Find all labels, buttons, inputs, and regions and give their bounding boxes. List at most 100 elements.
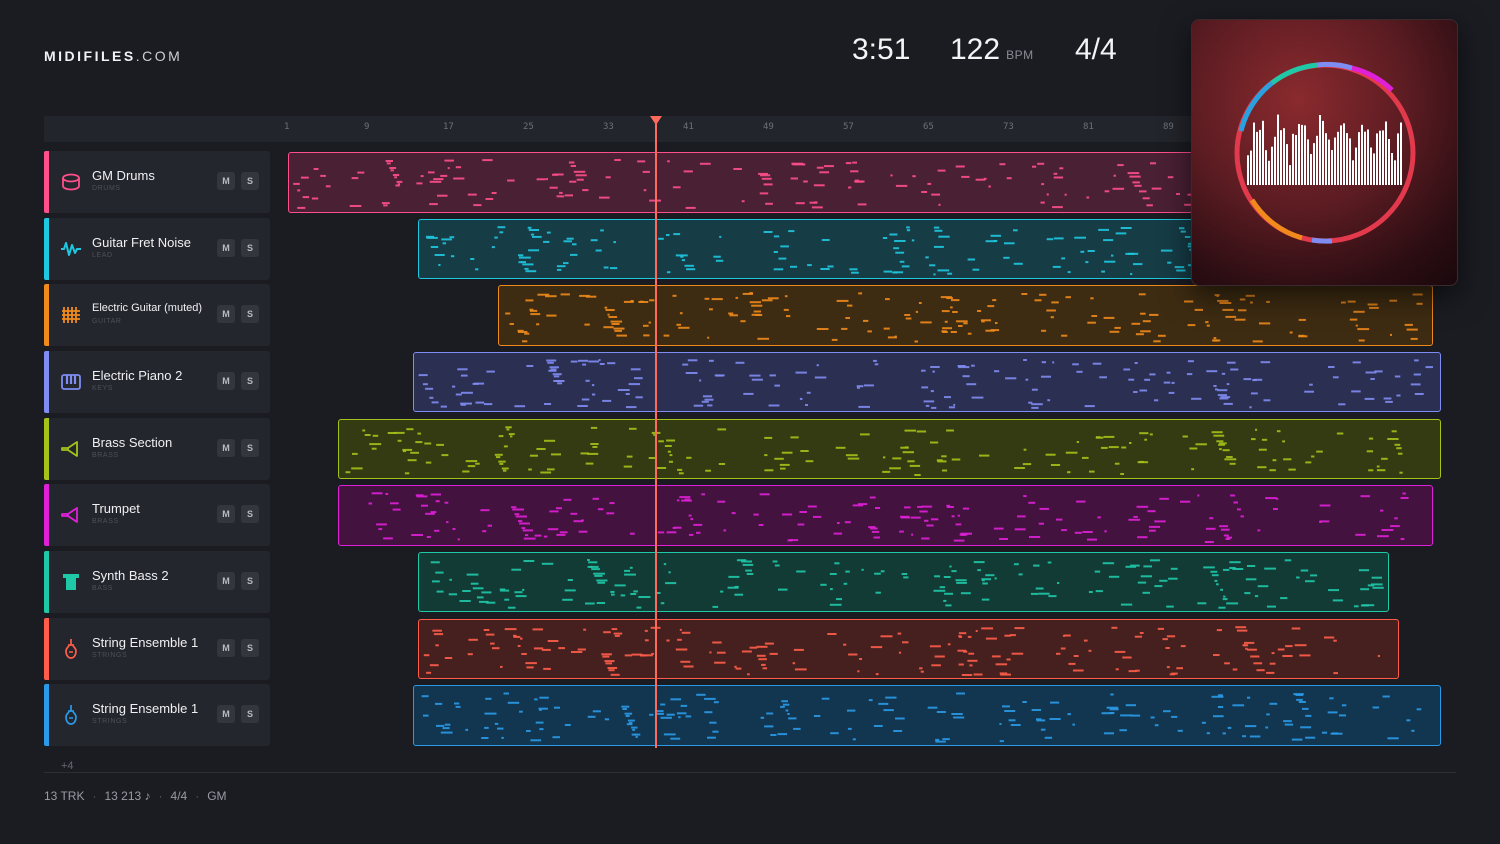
track-header[interactable]: String Ensemble 1 STRINGS M S (44, 684, 270, 746)
spectrum-bar (1397, 133, 1399, 185)
midi-note (957, 514, 960, 517)
solo-button[interactable]: S (241, 172, 259, 190)
solo-button[interactable]: S (241, 505, 259, 523)
midi-note (852, 504, 864, 507)
midi-note (1230, 368, 1239, 371)
clip-electric-piano[interactable] (413, 352, 1441, 412)
playhead-line[interactable] (655, 116, 657, 748)
midi-note (930, 518, 939, 521)
track-header[interactable]: Synth Bass 2 BASS M S (44, 551, 270, 613)
mute-button[interactable]: M (217, 239, 235, 257)
track-header[interactable]: Electric Guitar (muted) GUITAR M S (44, 284, 270, 346)
solo-button[interactable]: S (241, 705, 259, 723)
midi-note (673, 233, 681, 236)
midi-note (472, 587, 484, 590)
midi-note (546, 231, 551, 234)
track-header[interactable]: Electric Piano 2 KEYS M S (44, 351, 270, 413)
solo-button[interactable]: S (241, 639, 259, 657)
midi-note (847, 727, 852, 730)
solo-button[interactable]: S (241, 439, 259, 457)
midi-note (603, 266, 609, 269)
midi-note (1180, 230, 1186, 233)
midi-note (779, 463, 790, 466)
midi-note (1168, 391, 1175, 394)
midi-note (899, 260, 905, 263)
midi-note (1014, 467, 1025, 469)
midi-note (830, 732, 839, 735)
midi-note (759, 493, 770, 496)
mute-button[interactable]: M (217, 439, 235, 457)
midi-note (1213, 339, 1219, 342)
midi-note (1068, 662, 1076, 665)
midi-note (1023, 359, 1027, 361)
midi-note (1389, 299, 1398, 302)
clip-synth-bass[interactable] (418, 552, 1389, 612)
track-header[interactable]: Brass Section BRASS M S (44, 418, 270, 480)
midi-note (1224, 458, 1237, 461)
clip-string-ensemble-red[interactable] (418, 619, 1399, 679)
midi-note (521, 653, 527, 655)
midi-note (796, 570, 806, 573)
midi-note (1095, 590, 1103, 593)
midi-note (924, 519, 929, 522)
mute-button[interactable]: M (217, 572, 235, 590)
midi-note (859, 658, 862, 660)
solo-button[interactable]: S (241, 239, 259, 257)
track-header[interactable]: Trumpet BRASS M S (44, 484, 270, 546)
mute-button[interactable]: M (217, 372, 235, 390)
midi-note (830, 588, 833, 591)
spectrum-bar (1277, 114, 1279, 185)
midi-note (1045, 453, 1056, 456)
track-header[interactable]: GM Drums DRUMS M S (44, 151, 270, 213)
midi-note (760, 174, 771, 177)
midi-note (728, 312, 734, 315)
mute-button[interactable]: M (217, 305, 235, 323)
mute-button[interactable]: M (217, 172, 235, 190)
midi-note (1197, 602, 1207, 605)
midi-note (1125, 252, 1135, 255)
midi-note (1404, 323, 1413, 326)
solo-button[interactable]: S (241, 572, 259, 590)
track-header[interactable]: String Ensemble 1 STRINGS M S (44, 618, 270, 680)
midi-note (1400, 538, 1405, 540)
clip-brass-section[interactable] (338, 419, 1441, 479)
midi-note (1101, 270, 1105, 273)
more-tracks-indicator[interactable]: +4 (61, 760, 74, 772)
midi-note (919, 510, 928, 513)
midi-note (357, 171, 365, 174)
mute-button[interactable]: M (217, 639, 235, 657)
midi-note (982, 582, 988, 585)
mute-button[interactable]: M (217, 505, 235, 523)
clip-trumpet[interactable] (338, 485, 1433, 546)
midi-note (573, 170, 586, 173)
midi-note (425, 461, 432, 464)
midi-note (484, 726, 489, 729)
midi-note (1338, 403, 1346, 406)
midi-note (852, 738, 856, 741)
note-pattern (423, 626, 1380, 676)
mute-button[interactable]: M (217, 705, 235, 723)
midi-note (994, 370, 1000, 373)
site-logo[interactable]: MIDIFILES.COM (44, 48, 182, 64)
midi-note (381, 202, 390, 205)
midi-note (611, 323, 620, 325)
spectrum-bar (1346, 133, 1348, 185)
playhead-marker[interactable] (650, 116, 662, 125)
clip-string-ensemble-blue[interactable] (413, 685, 1441, 746)
midi-note (1060, 647, 1066, 650)
midi-note (844, 521, 851, 524)
midi-note (369, 443, 382, 446)
solo-button[interactable]: S (241, 372, 259, 390)
clip-electric-guitar[interactable] (498, 285, 1433, 346)
midi-note (1125, 565, 1136, 568)
solo-button[interactable]: S (241, 305, 259, 323)
midi-note (492, 647, 500, 650)
midi-note (526, 666, 534, 669)
midi-note (780, 245, 789, 248)
midi-note (546, 314, 557, 317)
midi-note (521, 527, 526, 530)
midi-note (1226, 383, 1230, 386)
track-color-stripe (44, 284, 49, 346)
midi-note (480, 509, 490, 512)
track-header[interactable]: Guitar Fret Noise LEAD M S (44, 218, 270, 280)
